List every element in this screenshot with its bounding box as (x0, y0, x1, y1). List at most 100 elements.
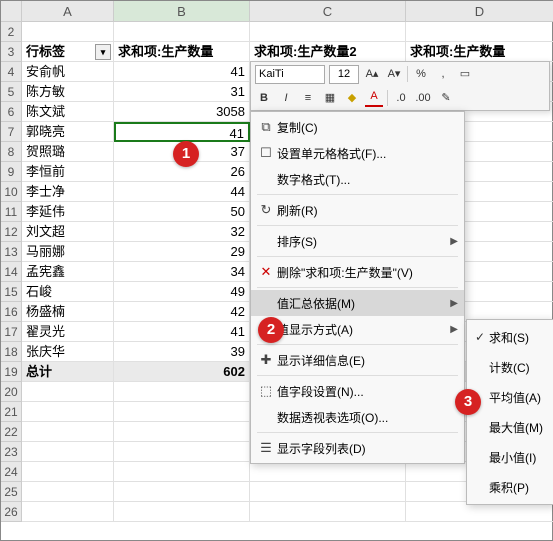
cell[interactable] (114, 382, 250, 402)
decrease-decimal-button[interactable]: .0 (392, 89, 410, 107)
menu-pivot-options[interactable]: 数据透视表选项(O)... (251, 404, 464, 430)
font-name-select[interactable]: KaiTi (255, 65, 325, 84)
row-header[interactable]: 2 (1, 22, 22, 42)
menu-summarize-by[interactable]: 值汇总依据(M) ▶ (251, 290, 464, 316)
cell[interactable] (406, 22, 553, 42)
comma-button[interactable]: , (434, 65, 452, 83)
cell[interactable] (22, 462, 114, 482)
row-header[interactable]: 4 (1, 62, 22, 82)
increase-decimal-button[interactable]: .00 (414, 89, 432, 107)
cell[interactable] (114, 482, 250, 502)
cell[interactable]: 32 (114, 222, 250, 242)
menu-show-field-list[interactable]: ☰ 显示字段列表(D) (251, 435, 464, 461)
row-header[interactable]: 13 (1, 242, 22, 262)
cell[interactable]: 39 (114, 342, 250, 362)
format-painter-button[interactable]: ✎ (436, 89, 456, 107)
cell[interactable]: 石峻 (22, 282, 114, 302)
percent-button[interactable]: % (412, 65, 430, 83)
style-button[interactable]: ▭ (456, 65, 474, 83)
submenu-min[interactable]: 最小值(I) (467, 442, 553, 472)
menu-refresh[interactable]: ↻ 刷新(R) (251, 197, 464, 223)
cell[interactable]: 41 (114, 122, 250, 142)
cell[interactable]: 翟灵光 (22, 322, 114, 342)
border-button[interactable]: ▦ (321, 89, 339, 107)
cell[interactable] (114, 402, 250, 422)
cell[interactable]: 求和项:生产数量2 (250, 42, 406, 62)
cell[interactable] (250, 482, 406, 502)
row-header[interactable]: 7 (1, 122, 22, 142)
cell[interactable] (250, 502, 406, 522)
cell[interactable]: 陈方敏 (22, 82, 114, 102)
italic-button[interactable]: I (277, 89, 295, 107)
cell[interactable]: 孟宪鑫 (22, 262, 114, 282)
row-header[interactable]: 23 (1, 442, 22, 462)
submenu-product[interactable]: 乘积(P) (467, 472, 553, 502)
cell[interactable] (114, 22, 250, 42)
align-button[interactable]: ≡ (299, 89, 317, 107)
fill-color-button[interactable]: ◆ (343, 89, 361, 107)
cell[interactable]: 50 (114, 202, 250, 222)
cell[interactable] (22, 422, 114, 442)
menu-copy[interactable]: ⧉ 复制(C) (251, 114, 464, 140)
row-header[interactable]: 22 (1, 422, 22, 442)
cell[interactable]: 行标签 (22, 42, 114, 62)
cell[interactable] (114, 502, 250, 522)
cell[interactable]: 49 (114, 282, 250, 302)
cell[interactable]: 总计 (22, 362, 114, 382)
cell[interactable] (114, 462, 250, 482)
cell[interactable]: 郭晓亮 (22, 122, 114, 142)
cell[interactable]: 3058 (114, 102, 250, 122)
cell[interactable]: 杨盛楠 (22, 302, 114, 322)
menu-delete-field[interactable]: ✕ 删除"求和项:生产数量"(V) (251, 259, 464, 285)
cell[interactable] (22, 502, 114, 522)
row-header[interactable]: 16 (1, 302, 22, 322)
row-header[interactable]: 9 (1, 162, 22, 182)
cell[interactable]: 张庆华 (22, 342, 114, 362)
cell[interactable] (22, 402, 114, 422)
cell[interactable] (406, 502, 553, 522)
menu-value-field-settings[interactable]: ⬚ 值字段设置(N)... (251, 378, 464, 404)
cell[interactable] (22, 22, 114, 42)
row-header[interactable]: 15 (1, 282, 22, 302)
font-color-button[interactable]: A (365, 89, 383, 107)
row-header[interactable]: 24 (1, 462, 22, 482)
cell[interactable] (22, 482, 114, 502)
cell[interactable]: 602 (114, 362, 250, 382)
row-header[interactable]: 11 (1, 202, 22, 222)
row-header[interactable]: 25 (1, 482, 22, 502)
cell[interactable] (250, 22, 406, 42)
cell[interactable]: 44 (114, 182, 250, 202)
row-header[interactable]: 14 (1, 262, 22, 282)
cell[interactable] (250, 462, 406, 482)
row-header[interactable]: 21 (1, 402, 22, 422)
cell[interactable]: 李士净 (22, 182, 114, 202)
font-size-select[interactable]: 12 (329, 65, 359, 84)
row-header[interactable]: 26 (1, 502, 22, 522)
row-header[interactable]: 17 (1, 322, 22, 342)
submenu-max[interactable]: 最大值(M) (467, 412, 553, 442)
cell[interactable]: 求和项:生产数量 (406, 42, 553, 62)
menu-sort[interactable]: 排序(S) ▶ (251, 228, 464, 254)
row-header[interactable]: 19 (1, 362, 22, 382)
row-header[interactable]: 8 (1, 142, 22, 162)
submenu-sum[interactable]: ✓ 求和(S) (467, 322, 553, 352)
menu-format-cells[interactable]: ☐ 设置单元格格式(F)... (251, 140, 464, 166)
col-header-d[interactable]: D (406, 1, 553, 22)
bold-button[interactable]: B (255, 89, 273, 107)
row-header[interactable]: 18 (1, 342, 22, 362)
cell[interactable]: 41 (114, 322, 250, 342)
menu-show-details[interactable]: ✚ 显示详细信息(E) (251, 347, 464, 373)
cell[interactable]: 陈文斌 (22, 102, 114, 122)
cell[interactable]: 31 (114, 82, 250, 102)
cell[interactable]: 29 (114, 242, 250, 262)
cell[interactable]: 42 (114, 302, 250, 322)
cell[interactable] (114, 422, 250, 442)
shrink-font-button[interactable]: A▾ (385, 65, 403, 83)
cell[interactable]: 求和项:生产数量 (114, 42, 250, 62)
cell[interactable]: 41 (114, 62, 250, 82)
row-header[interactable]: 6 (1, 102, 22, 122)
col-header-a[interactable]: A (22, 1, 114, 22)
row-header[interactable]: 20 (1, 382, 22, 402)
cell[interactable] (114, 442, 250, 462)
col-header-b[interactable]: B (114, 1, 250, 22)
